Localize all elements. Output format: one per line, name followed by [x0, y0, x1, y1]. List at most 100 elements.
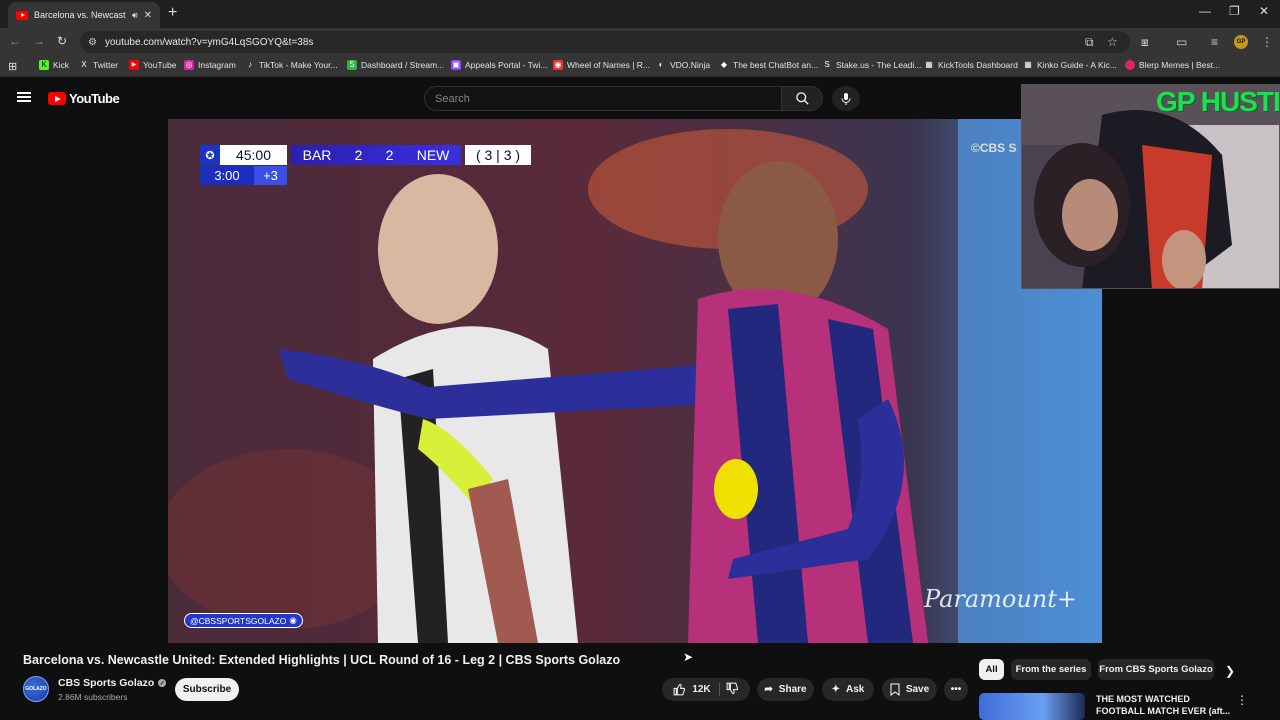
tiktok-icon: ♪ [248, 60, 252, 69]
channel-avatar[interactable]: GOLAZO [23, 676, 49, 702]
youtube-play-icon [48, 92, 66, 105]
kicktools-icon: ▦ [925, 60, 933, 69]
chevron-right-icon[interactable]: ❯ [1225, 664, 1235, 678]
more-horizontal-icon: ••• [950, 684, 962, 695]
share-icon: ➦ [764, 684, 773, 695]
bookmark-kicktools[interactable]: ▦ KickTools Dashboard [924, 60, 1018, 70]
webcam-overlay: GP HUSTLA [1021, 84, 1280, 289]
apps-grid-icon[interactable]: ⊞ [8, 60, 17, 73]
bookmark-star-icon[interactable]: ☆ [1107, 35, 1118, 49]
chip-from-channel[interactable]: From CBS Sports Golazo [1098, 659, 1214, 680]
close-tab-icon[interactable]: ✕ [144, 10, 152, 21]
x-icon: X [81, 60, 87, 69]
menu-kebab-icon[interactable]: ⋮ [1261, 35, 1273, 49]
bookmarks-bar: ⊞ K Kick X Twitter ▶ YouTube ◎ Instagram ♪ Ti… [0, 56, 1280, 77]
guide-menu-icon[interactable] [17, 92, 31, 102]
speaker-icon[interactable]: 🔊︎ [132, 10, 138, 21]
broadcaster-watermark: ©CBS S [971, 141, 1017, 155]
search-input[interactable] [435, 92, 781, 105]
window-close-icon[interactable]: ✕ [1259, 4, 1269, 18]
wheel-icon: ◉ [553, 60, 563, 70]
dislike-button[interactable] [726, 682, 739, 698]
bookmark-wheel[interactable]: ◉ Wheel of Names | R... [553, 60, 650, 70]
bookmark-stake[interactable]: S Stake.us - The Leadi... [822, 60, 921, 70]
save-button[interactable]: Save [882, 678, 937, 701]
extensions-icon[interactable]: ⧆ [1141, 35, 1149, 50]
video-player[interactable]: ✪ 45:00 BAR 2 2 NEW ( 3 | 3 ) 3:00 +3 ©C… [168, 119, 1102, 643]
like-dislike-group: 12K [662, 678, 750, 701]
recommended-video-title[interactable]: THE MOST WATCHED FOOTBALL MATCH EVER (af… [1096, 693, 1236, 717]
stake-icon: S [824, 60, 830, 69]
voice-search-button[interactable] [832, 86, 860, 111]
site-info-icon[interactable]: ⚙ [88, 37, 97, 48]
ucl-logo-icon: ✪ [200, 145, 220, 165]
share-button[interactable]: ➦ Share [757, 678, 814, 701]
subscribe-button[interactable]: Subscribe [175, 678, 239, 701]
bookmark-kick[interactable]: K Kick [39, 60, 69, 70]
minimize-icon[interactable]: — [1199, 4, 1211, 18]
match-clock: 45:00 [220, 145, 287, 165]
video-frame [168, 119, 1102, 643]
address-bar[interactable]: ⚙ youtube.com/watch?v=ymG4LqSGOYQ&t=38s [80, 31, 1130, 53]
youtube-logo-text: YouTube [69, 91, 120, 106]
added-time-clock: 3:00 [200, 166, 254, 185]
youtube-logo[interactable]: YouTube [48, 91, 120, 106]
score-line: BAR 2 2 NEW [291, 145, 461, 165]
profile-avatar[interactable]: GP [1234, 35, 1248, 49]
paramount-watermark: Paramount+ [924, 585, 1078, 613]
restore-icon[interactable]: ❐ [1229, 4, 1240, 18]
like-count: 12K [692, 684, 711, 695]
bookmark-blerp[interactable]: Blerp Memes | Best... [1125, 60, 1220, 70]
thumbs-up-icon [673, 683, 686, 696]
search-box [424, 86, 782, 111]
browser-tab-strip: Barcelona vs. Newcastle Uni 🔊︎ ✕ + — ❐ ✕ [0, 0, 1280, 28]
chatbot-icon: ◆ [720, 60, 728, 69]
youtube-icon: ▶ [129, 60, 139, 70]
bookmark-appeals[interactable]: ▣ Appeals Portal - Twi... [451, 60, 548, 70]
chip-from-series[interactable]: From the series [1011, 659, 1091, 680]
more-actions-button[interactable]: ••• [944, 678, 968, 701]
scorebug: ✪ 45:00 BAR 2 2 NEW ( 3 | 3 ) [200, 145, 531, 165]
cast-icon[interactable]: ⧉ [1085, 35, 1094, 50]
forward-icon[interactable]: → [33, 34, 45, 48]
bookmark-youtube[interactable]: ▶ YouTube [129, 60, 176, 70]
instagram-icon: ◎ [184, 60, 194, 70]
chip-all[interactable]: All [979, 659, 1004, 680]
media-control-icon[interactable]: ≡ [1211, 35, 1218, 49]
bookmark-twitter[interactable]: X Twitter [79, 60, 118, 70]
away-team: NEW [416, 147, 450, 163]
sidepanel-icon[interactable]: ▭ [1176, 35, 1187, 49]
search-icon [795, 92, 809, 105]
bookmark-chatbot[interactable]: ◆ The best ChatBot an... [719, 60, 818, 70]
microphone-icon [841, 92, 851, 105]
channel-name[interactable]: CBS Sports Golazo ✓ [58, 677, 167, 689]
aggregate-score: ( 3 | 3 ) [465, 145, 531, 165]
tab-title: Barcelona vs. Newcastle Uni [34, 10, 126, 20]
mouse-cursor-icon: ➤ [683, 650, 694, 664]
recommended-video-thumbnail[interactable] [979, 693, 1085, 720]
like-button[interactable]: 12K [673, 683, 720, 696]
home-score: 2 [354, 147, 363, 163]
bookmark-kinko[interactable]: ▦ Kinko Guide - A Kic... [1023, 60, 1117, 70]
kinko-icon: ▦ [1024, 60, 1032, 69]
browser-tab[interactable]: Barcelona vs. Newcastle Uni 🔊︎ ✕ [8, 2, 160, 28]
verified-check-icon: ✓ [158, 679, 167, 687]
search-button[interactable] [781, 86, 823, 111]
away-score: 2 [385, 147, 394, 163]
twitch-icon: ▣ [451, 60, 461, 70]
added-time: 3:00 +3 [200, 166, 287, 185]
back-icon[interactable]: ← [9, 34, 21, 48]
recommended-more-icon[interactable]: ⋮ [1236, 693, 1248, 707]
bookmark-tiktok[interactable]: ♪ TikTok - Make Your... [245, 60, 338, 70]
bookmark-instagram[interactable]: ◎ Instagram [184, 60, 236, 70]
blerp-icon [1125, 60, 1135, 70]
webcam-overlay-text: GP HUSTLA [1156, 86, 1279, 117]
bookmark-dashboard[interactable]: S Dashboard / Stream... [347, 60, 444, 70]
bookmark-vdoninja[interactable]: ◐ VDO.Ninja [656, 60, 711, 70]
streamlabs-icon: S [347, 60, 357, 70]
new-tab-button[interactable]: + [168, 4, 177, 22]
url-text: youtube.com/watch?v=ymG4LqSGOYQ&t=38s [104, 36, 314, 48]
ask-button[interactable]: ✦ Ask [822, 678, 874, 701]
reload-icon[interactable]: ↻ [57, 34, 67, 48]
home-team: BAR [302, 147, 332, 163]
